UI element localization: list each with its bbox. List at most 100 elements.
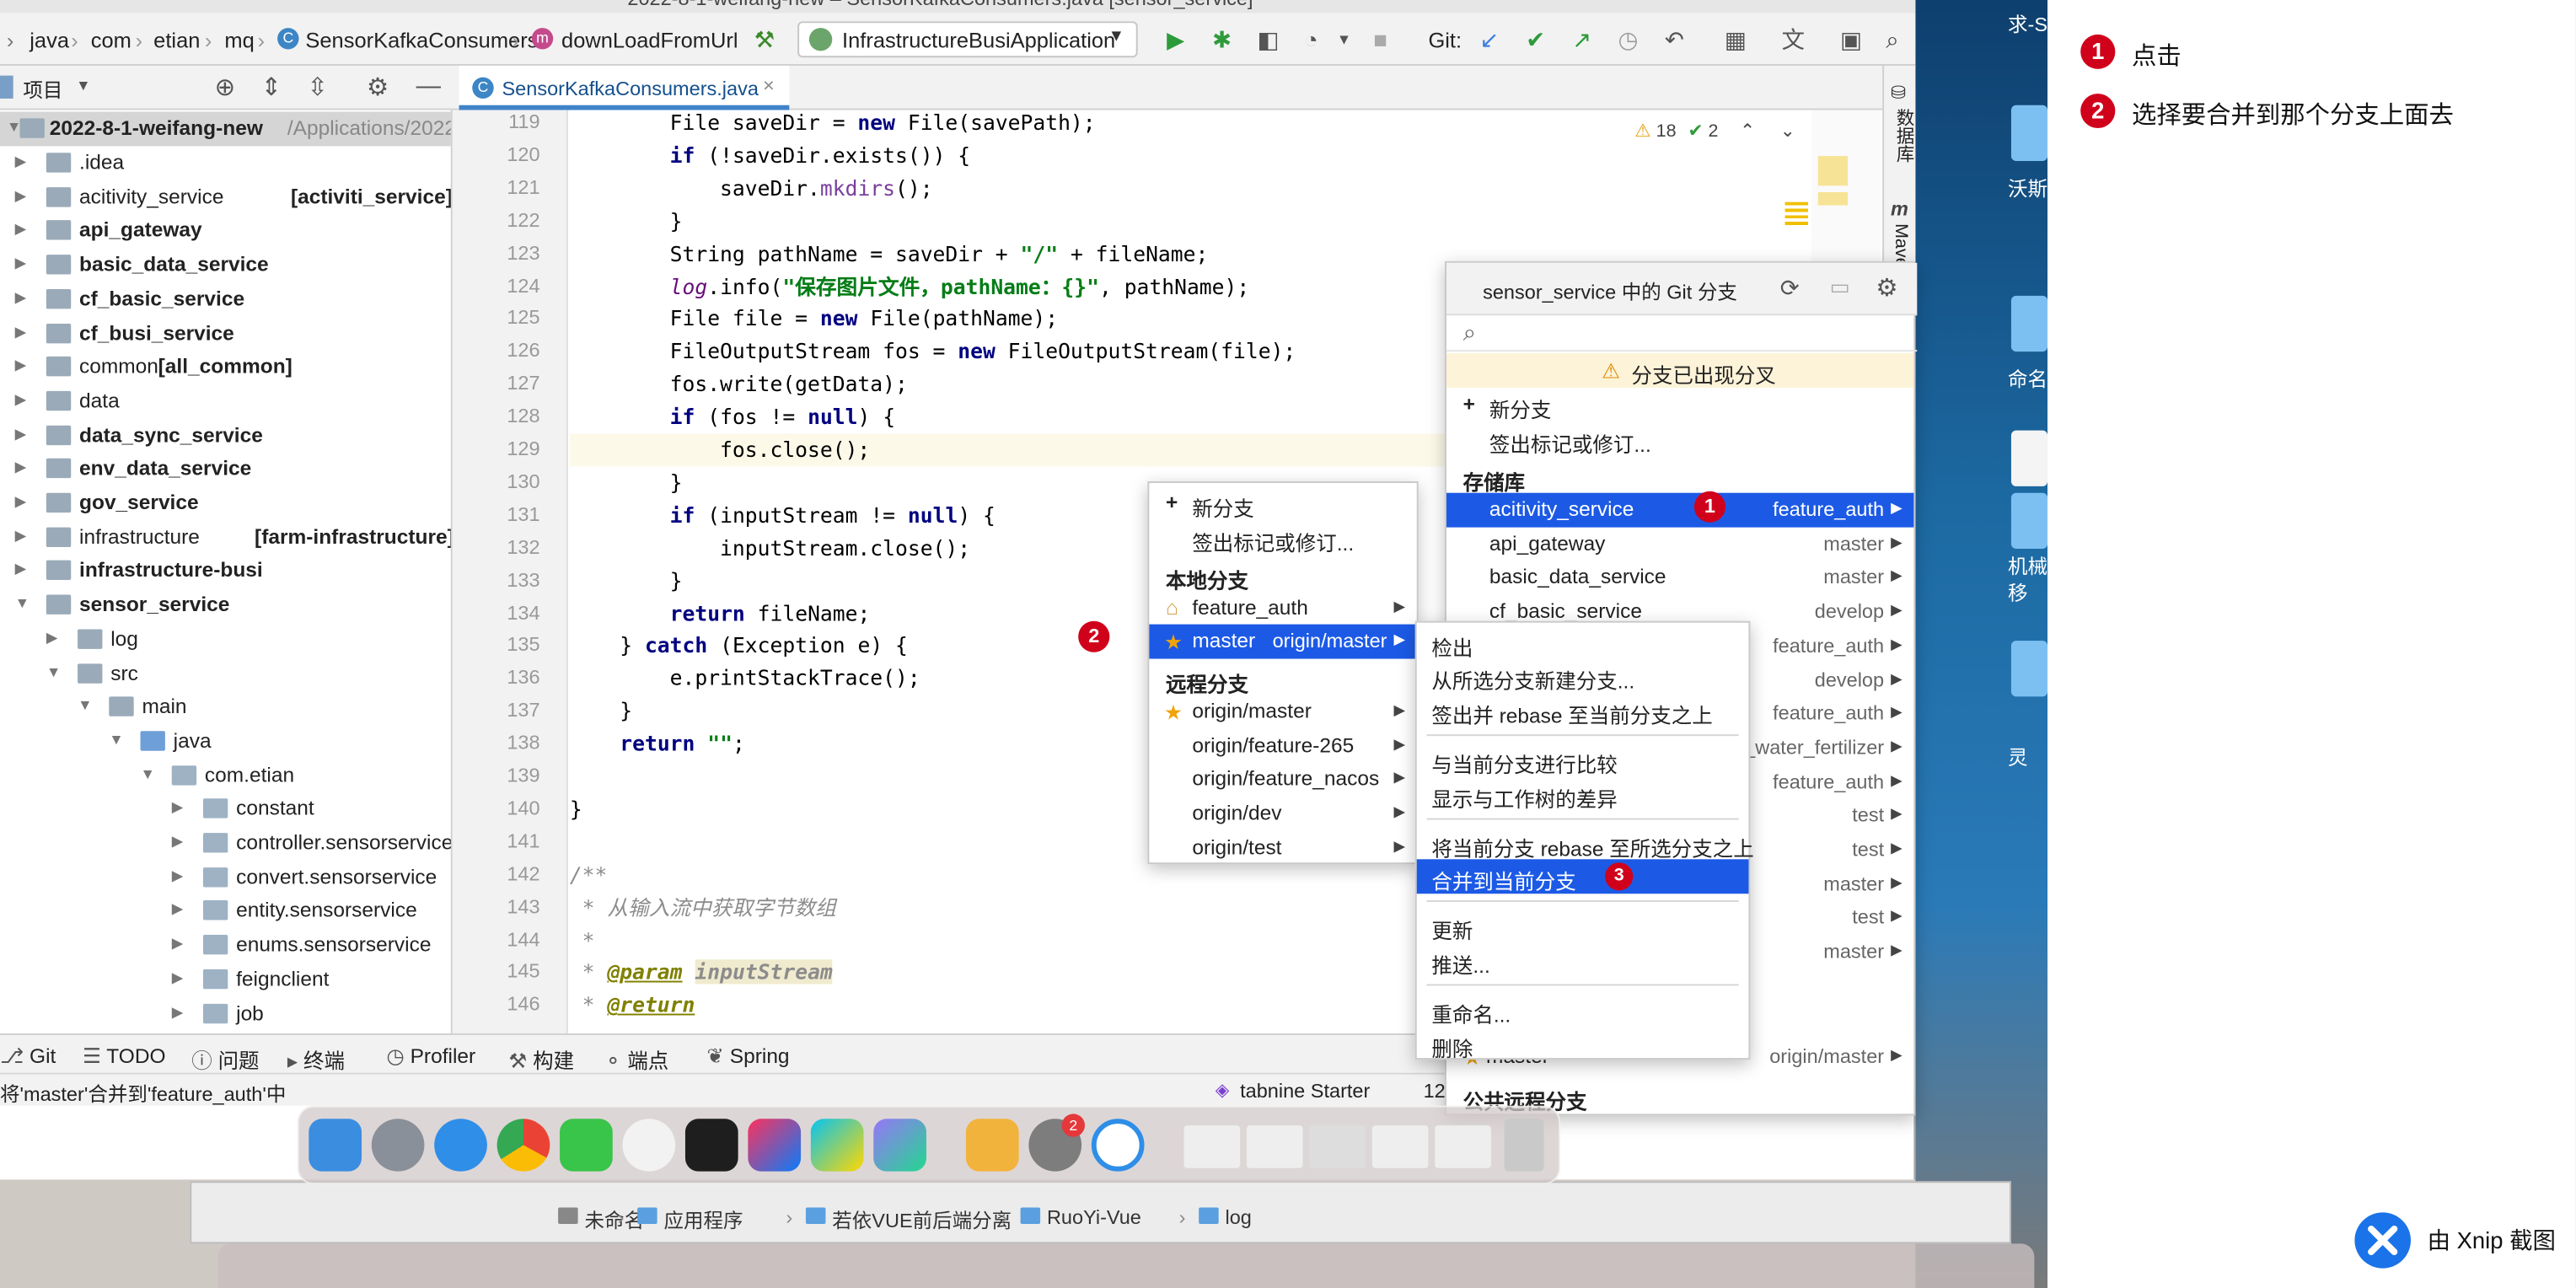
bottom-tool-terminal[interactable]: ▸ 终端 (287, 1044, 345, 1075)
tree-item[interactable]: ▼ main (0, 690, 451, 724)
window-thumbnail[interactable] (1371, 1125, 1429, 1168)
translate-icon[interactable]: 文 (1780, 26, 1806, 52)
local-branch-item[interactable]: ★ master origin/master ▶ (1149, 624, 1417, 658)
chevron-down-icon[interactable]: ▼ (15, 595, 30, 611)
local-branch-item[interactable]: ⌂ feature_auth ▶ (1149, 592, 1416, 625)
intellij-icon[interactable] (748, 1119, 802, 1172)
tree-item[interactable]: ▶ acitivity_service [activiti_service] (0, 180, 451, 214)
hammer-build-icon[interactable]: ⚒ (751, 26, 777, 52)
action-item[interactable]: 重命名... (1417, 992, 1749, 1027)
window-thumbnail[interactable] (1435, 1125, 1491, 1168)
tree-item[interactable]: ▶ cf_basic_service (0, 282, 451, 316)
window-thumbnail[interactable] (1309, 1125, 1366, 1168)
bottom-tool-profiler[interactable]: ◷ Profiler (386, 1044, 475, 1068)
terminal-window-icon[interactable]: ▣ (1838, 26, 1864, 52)
bottom-tool-todo[interactable]: ☰ TODO (83, 1044, 166, 1068)
tree-item[interactable]: ▶ data_sync_service (0, 418, 451, 452)
tree-item[interactable]: ▶ env_data_service (0, 453, 451, 486)
action-item[interactable]: 合并到当前分支 3 (1416, 859, 1749, 894)
remote-branch-item[interactable]: origin/test ▶ (1149, 831, 1416, 865)
tree-item[interactable]: ▶ enums.sensorservice (0, 928, 451, 962)
tree-item[interactable]: ▼ com.etian (0, 759, 451, 792)
branch-search-input[interactable]: ⌕ (1446, 315, 1918, 352)
action-item[interactable]: 显示与工作树的差异 (1417, 777, 1749, 812)
chevron-right-icon[interactable]: ▶ (172, 867, 184, 884)
checkout-tag-item[interactable]: 签出标记或修订... (1149, 521, 1416, 555)
path-item[interactable]: 未命名 (584, 1206, 644, 1234)
tree-item[interactable]: ▶ gov_service (0, 486, 451, 520)
action-item[interactable]: 更新 (1417, 909, 1749, 942)
safari-icon[interactable] (434, 1119, 487, 1172)
chevron-right-icon[interactable]: ▶ (46, 629, 58, 647)
chevron-right-icon[interactable]: ▶ (15, 561, 27, 578)
new-branch-item[interactable]: + 新分支 (1149, 486, 1416, 521)
tree-root[interactable]: ▼ 2022-8-1-weifang-new /Applications/202… (0, 111, 451, 146)
minimize-icon[interactable]: — (416, 72, 441, 100)
tree-item[interactable]: ▶ infrastructure [farm-infrastructure] (0, 520, 451, 554)
desktop-file-icon[interactable] (2010, 430, 2048, 486)
rollback-icon[interactable]: ↶ (1661, 26, 1688, 52)
chevron-down-icon[interactable]: ▼ (76, 78, 90, 94)
wechat-icon[interactable] (560, 1119, 613, 1172)
tree-item[interactable]: ▶ api_gateway (0, 214, 451, 248)
tree-item[interactable]: ▶ feignclient (0, 963, 451, 996)
chevron-right-icon[interactable]: ▶ (15, 459, 27, 476)
chevron-right-icon[interactable]: ▶ (172, 969, 184, 987)
repo-item[interactable]: basic_data_service master ▶ (1446, 561, 1913, 594)
chevron-right-icon[interactable]: ▶ (172, 901, 184, 919)
action-item[interactable]: 检出 (1417, 626, 1749, 660)
breadcrumb-item[interactable]: SensorKafkaConsumers (305, 28, 538, 52)
tree-item[interactable]: ▶ common [all_common] (0, 351, 451, 384)
chevron-right-icon[interactable]: ▶ (15, 289, 27, 307)
action-item[interactable]: 删除 (1417, 1027, 1749, 1061)
breadcrumb-item[interactable]: etian (153, 28, 200, 52)
tree-item[interactable]: ▶ cf_busi_service (0, 316, 451, 350)
remote-branch-item[interactable]: origin/dev ▶ (1149, 797, 1416, 830)
coverage-icon[interactable]: ◧ (1255, 26, 1281, 52)
git-update-icon[interactable]: ↙ (1476, 26, 1502, 52)
tree-item[interactable]: ▶ controller.sensorservice (0, 826, 451, 860)
locate-icon[interactable]: ⊕ (215, 72, 236, 102)
git-commit-icon[interactable]: ✔ (1522, 26, 1548, 52)
project-panel-title[interactable]: 项目 (23, 76, 62, 104)
chevron-right-icon[interactable]: ▶ (15, 255, 27, 272)
action-item[interactable]: 从所选分支新建分支... (1417, 659, 1749, 693)
repo-item[interactable]: acitivity_service feature_auth ▶ (1446, 492, 1914, 528)
qq-icon[interactable] (622, 1119, 676, 1172)
chevron-right-icon[interactable]: ▶ (15, 187, 27, 205)
project-structure-icon[interactable]: ▦ (1722, 26, 1748, 52)
breadcrumb-item[interactable]: java (30, 28, 69, 52)
run-configuration-select[interactable]: InfrastructureBusiApplication ▼ (797, 21, 1138, 58)
finder-icon[interactable] (309, 1119, 362, 1172)
action-item[interactable]: 将当前分支 rebase 至所选分支之上 (1417, 826, 1753, 861)
terminal-icon[interactable] (684, 1119, 738, 1172)
pin-icon[interactable]: ▭ (1829, 274, 1849, 300)
search-app-icon[interactable] (1091, 1119, 1145, 1172)
tree-item[interactable]: ▶ job (0, 996, 451, 1030)
tree-item[interactable]: ▶ entity.sensorservice (0, 894, 451, 928)
chevron-right-icon[interactable]: ▶ (15, 493, 27, 511)
git-push-icon[interactable]: ↗ (1569, 26, 1595, 52)
path-item[interactable]: log (1226, 1206, 1252, 1229)
action-item[interactable]: 推送... (1417, 943, 1749, 977)
chevron-right-icon[interactable]: ▶ (15, 391, 27, 409)
tree-item[interactable]: ▶ log (0, 622, 451, 656)
inspection-widget[interactable]: ⚠ 18 ✔ 2 ⌃ ⌄ (1634, 120, 1795, 141)
collapse-all-icon[interactable]: ⇳ (307, 72, 328, 102)
breadcrumb-item[interactable]: downLoadFromUrl (561, 28, 738, 52)
launchpad-icon[interactable] (371, 1119, 425, 1172)
close-icon[interactable]: × (763, 74, 775, 97)
tree-item[interactable]: ▶ .idea (0, 146, 451, 180)
repo-item[interactable]: api_gateway master ▶ (1446, 527, 1913, 561)
tree-item[interactable]: ▶ data (0, 384, 451, 418)
chevron-down-icon[interactable]: ▼ (46, 663, 61, 679)
breadcrumb-item[interactable]: com (91, 28, 131, 52)
profile-icon[interactable]: ◔ (1298, 26, 1324, 52)
history-icon[interactable]: ◷ (1615, 26, 1641, 52)
chevron-down-icon[interactable]: ⌄ (1780, 121, 1795, 141)
webstorm-icon[interactable] (810, 1119, 864, 1172)
remote-branch-item[interactable]: ★ origin/master ▶ (1149, 695, 1416, 728)
chevron-right-icon[interactable]: ▶ (15, 357, 27, 374)
expand-all-icon[interactable]: ⇕ (261, 72, 282, 102)
desktop-folder-icon[interactable] (2010, 492, 2048, 549)
